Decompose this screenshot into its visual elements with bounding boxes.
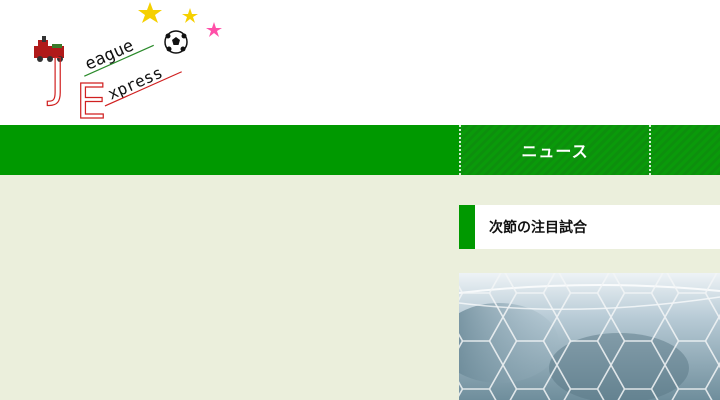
star-icon (182, 8, 198, 23)
sidebar-heading: 次節の注目試合 (459, 205, 720, 249)
star-icon (206, 22, 222, 37)
sidebar-heading-text: 次節の注目試合 (489, 220, 587, 236)
nav-filler (651, 125, 720, 175)
nav-item-label: ニュース (521, 142, 589, 161)
goal-net-photo (459, 273, 720, 400)
site-logo: J E eague xpress (34, 2, 222, 125)
logo-word-eague: eague (82, 36, 137, 75)
main-navigation: ニュース (0, 125, 720, 175)
nav-item-news[interactable]: ニュース (459, 125, 651, 175)
featured-match-image[interactable] (459, 273, 720, 400)
star-icon (138, 2, 162, 23)
logo-initial-e: E (76, 74, 106, 125)
logo-initial-j: J (47, 48, 65, 108)
site-header: J E eague xpress (0, 0, 720, 125)
soccer-ball-icon (164, 30, 188, 54)
